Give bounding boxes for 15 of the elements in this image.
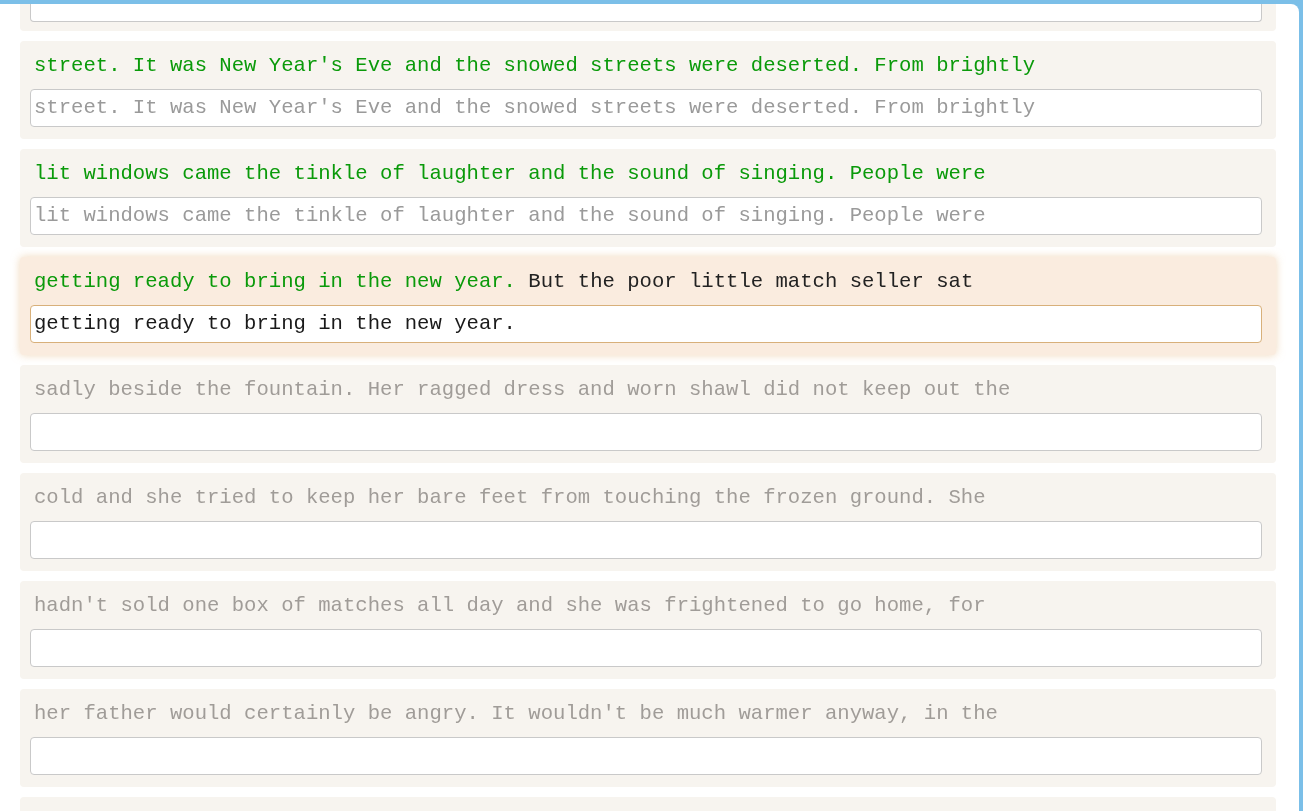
input-field[interactable]: lit windows came the tinkle of laughter and the sound of singing. People were — [30, 197, 1262, 235]
input-field[interactable] — [30, 521, 1262, 559]
input-field[interactable] — [30, 4, 1262, 22]
prompt-text: lit windows came the tinkle of laughter and the sound of singing. People were — [33, 161, 987, 187]
prompt-text: hadn't sold one box of matches all day and she was frightened to go home, for — [33, 593, 987, 619]
prompt-text: her father would certainly be angry. It wouldn't be much warmer anyway, in the — [33, 701, 999, 727]
prompt-text: getting ready to bring in the new year. But the poor little match seller sat — [33, 269, 975, 295]
input-field[interactable] — [30, 737, 1262, 775]
prompt-text: street. It was New Year's Eve and the snowed streets were deserted. From brightly — [33, 53, 1037, 79]
input-field[interactable]: street. It was New Year's Eve and the snowed streets were deserted. From brightly — [30, 89, 1262, 127]
input-field[interactable] — [30, 413, 1262, 451]
input-field[interactable]: getting ready to bring in the new year. — [30, 305, 1262, 343]
prompt-text: cold and she tried to keep her bare feet from touching the frozen ground. She — [33, 485, 987, 511]
prompt-text: sadly beside the fountain. Her ragged dress and worn shawl did not keep out the — [33, 377, 1012, 403]
input-field[interactable] — [30, 629, 1262, 667]
